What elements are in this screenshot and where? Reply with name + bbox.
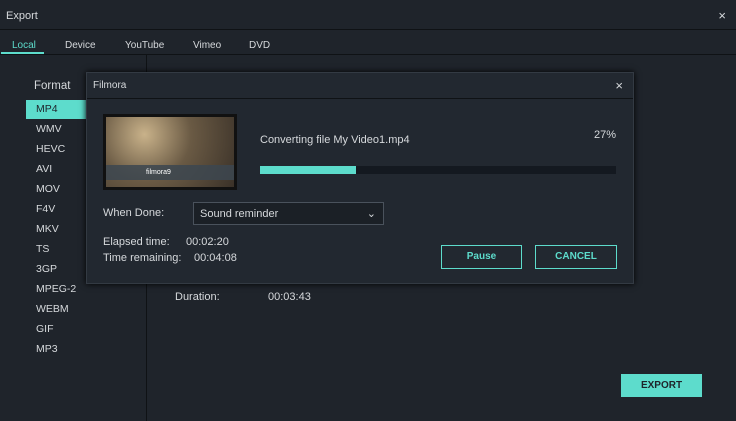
tab-vimeo[interactable]: Vimeo xyxy=(193,40,221,51)
when-done-select[interactable]: Sound reminder ⌄ xyxy=(193,202,384,225)
duration-value: 00:03:43 xyxy=(268,291,311,303)
format-item-mkv[interactable]: MKV xyxy=(26,220,86,239)
divider xyxy=(87,98,633,99)
tab-dvd[interactable]: DVD xyxy=(249,40,270,51)
format-item-mp3[interactable]: MP3 xyxy=(26,340,86,359)
format-item-mp4[interactable]: MP4 xyxy=(26,100,86,119)
percent-label: 27% xyxy=(593,129,616,141)
format-item-ts[interactable]: TS xyxy=(26,240,86,259)
close-icon[interactable]: × xyxy=(615,78,623,93)
cancel-button[interactable]: CANCEL xyxy=(535,245,617,269)
remaining-label: Time remaining: xyxy=(103,252,182,264)
format-item-avi[interactable]: AVI xyxy=(26,160,86,179)
elapsed-label: Elapsed time: xyxy=(103,236,170,248)
progress-fill xyxy=(260,166,357,174)
format-item-mov[interactable]: MOV xyxy=(26,180,86,199)
export-button[interactable]: EXPORT xyxy=(621,374,702,397)
duration-label: Duration: xyxy=(175,291,220,303)
elapsed-value: 00:02:20 xyxy=(186,236,229,248)
format-item-webm[interactable]: WEBM xyxy=(26,300,86,319)
when-done-label: When Done: xyxy=(103,207,165,219)
remaining-value: 00:04:08 xyxy=(194,252,237,264)
tab-youtube[interactable]: YouTube xyxy=(125,40,164,51)
close-icon[interactable]: × xyxy=(718,8,726,23)
window-title: Export xyxy=(6,10,38,22)
filmora-logo: filmora9 xyxy=(106,165,234,180)
status-text: Converting file My Video1.mp4 xyxy=(260,134,410,146)
when-done-value: Sound reminder xyxy=(200,208,279,220)
divider xyxy=(0,54,736,55)
format-label: Format xyxy=(34,80,71,92)
divider xyxy=(0,29,736,30)
dialog-title: Filmora xyxy=(93,80,127,91)
pause-button[interactable]: Pause xyxy=(441,245,522,269)
video-thumbnail: filmora9 xyxy=(103,114,237,190)
format-item-hevc[interactable]: HEVC xyxy=(26,140,86,159)
tab-local[interactable]: Local xyxy=(12,40,36,51)
tab-device[interactable]: Device xyxy=(65,40,96,51)
progress-bar xyxy=(260,166,616,174)
format-item-wmv[interactable]: WMV xyxy=(26,120,86,139)
chevron-down-icon: ⌄ xyxy=(366,208,376,220)
format-item-gif[interactable]: GIF xyxy=(26,320,86,339)
format-item-f4v[interactable]: F4V xyxy=(26,200,86,219)
format-item-3gp[interactable]: 3GP xyxy=(26,260,86,279)
format-item-mpeg-2[interactable]: MPEG-2 xyxy=(26,280,86,299)
progress-dialog: Filmora × filmora9 Converting file My Vi… xyxy=(86,72,634,284)
